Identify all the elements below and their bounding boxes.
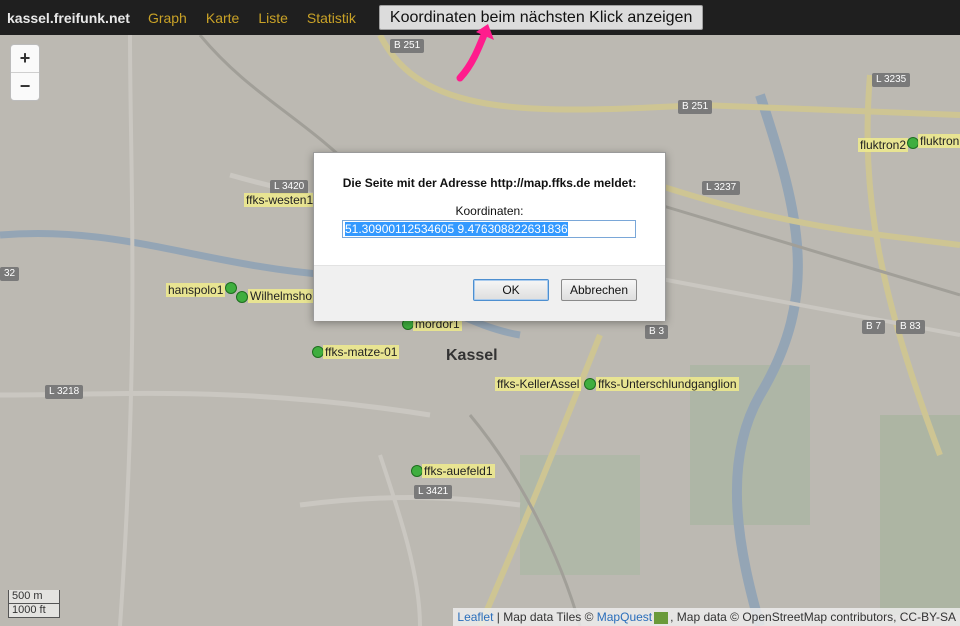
scale-imperial: 1000 ft <box>8 604 60 618</box>
nav-link-liste[interactable]: Liste <box>258 10 288 26</box>
road-label: L 3235 <box>872 73 911 87</box>
show-coordinates-button[interactable]: Koordinaten beim nächsten Klick anzeigen <box>378 5 704 30</box>
node-label[interactable]: Wilhelmsho <box>248 289 315 303</box>
nav-link-statistik[interactable]: Statistik <box>307 10 356 26</box>
cancel-button[interactable]: Abbrechen <box>561 279 637 301</box>
dialog-prompt-label: Koordinaten: <box>455 204 524 218</box>
road-label: B 251 <box>390 39 425 53</box>
zoom-out-button[interactable]: − <box>11 73 39 100</box>
road-label: L 3218 <box>45 385 84 399</box>
node-marker-icon[interactable] <box>225 282 237 294</box>
node-label[interactable]: ffks-KellerAssel <box>495 377 582 391</box>
road-label: 32 <box>0 267 20 281</box>
node-label[interactable]: ffks-matze-01 <box>323 345 400 359</box>
road-label: B 83 <box>896 320 925 334</box>
nav-link-karte[interactable]: Karte <box>206 10 239 26</box>
map-view[interactable]: + − B 251 B 251 L 3235 L 3420 L 3237 32 … <box>0 35 960 626</box>
coordinates-input[interactable]: 51.30900112534605 9.476308822631836 <box>342 220 636 238</box>
node-marker-icon[interactable] <box>236 291 248 303</box>
site-brand[interactable]: kassel.freifunk.net <box>7 10 130 26</box>
map-dim-overlay <box>0 35 960 626</box>
annotation-arrow-icon <box>456 24 494 82</box>
node-label[interactable]: ffks-Unterschlundganglion <box>596 377 739 391</box>
leaflet-link[interactable]: Leaflet <box>457 610 493 624</box>
road-label: L 3420 <box>270 180 309 194</box>
scale-metric: 500 m <box>8 590 60 604</box>
road-label: L 3237 <box>702 181 741 195</box>
dialog-footer: OK Abbrechen <box>314 265 665 321</box>
attribution-text: | Map data Tiles © <box>493 610 597 624</box>
coordinates-value: 51.30900112534605 9.476308822631836 <box>345 222 568 236</box>
zoom-control: + − <box>10 44 40 101</box>
city-label: Kassel <box>446 347 498 364</box>
road-label: B 7 <box>862 320 886 334</box>
nav-link-graph[interactable]: Graph <box>148 10 187 26</box>
road-label: L 3421 <box>414 485 453 499</box>
mapquest-link[interactable]: MapQuest <box>597 610 652 624</box>
map-attribution: Leaflet | Map data Tiles © MapQuest , Map… <box>453 608 960 626</box>
node-label[interactable]: hanspolo1 <box>166 283 226 297</box>
attribution-osm-text: , Map data © OpenStreetMap contributors,… <box>670 610 956 624</box>
node-label[interactable]: fluktron <box>918 134 960 148</box>
ok-button[interactable]: OK <box>473 279 549 301</box>
node-label[interactable]: ffks-westen1 <box>244 193 316 207</box>
zoom-in-button[interactable]: + <box>11 45 39 73</box>
map-scale: 500 m 1000 ft <box>8 590 60 618</box>
road-label: B 3 <box>645 325 669 339</box>
mapquest-icon <box>654 611 669 624</box>
alert-dialog: Die Seite mit der Adresse http://map.ffk… <box>313 152 666 321</box>
road-label: B 251 <box>678 100 713 114</box>
dialog-message: Die Seite mit der Adresse http://map.ffk… <box>342 176 637 190</box>
node-label[interactable]: ffks-auefeld1 <box>422 464 495 478</box>
node-label[interactable]: fluktron2 <box>858 138 909 152</box>
node-marker-icon[interactable] <box>584 378 596 390</box>
